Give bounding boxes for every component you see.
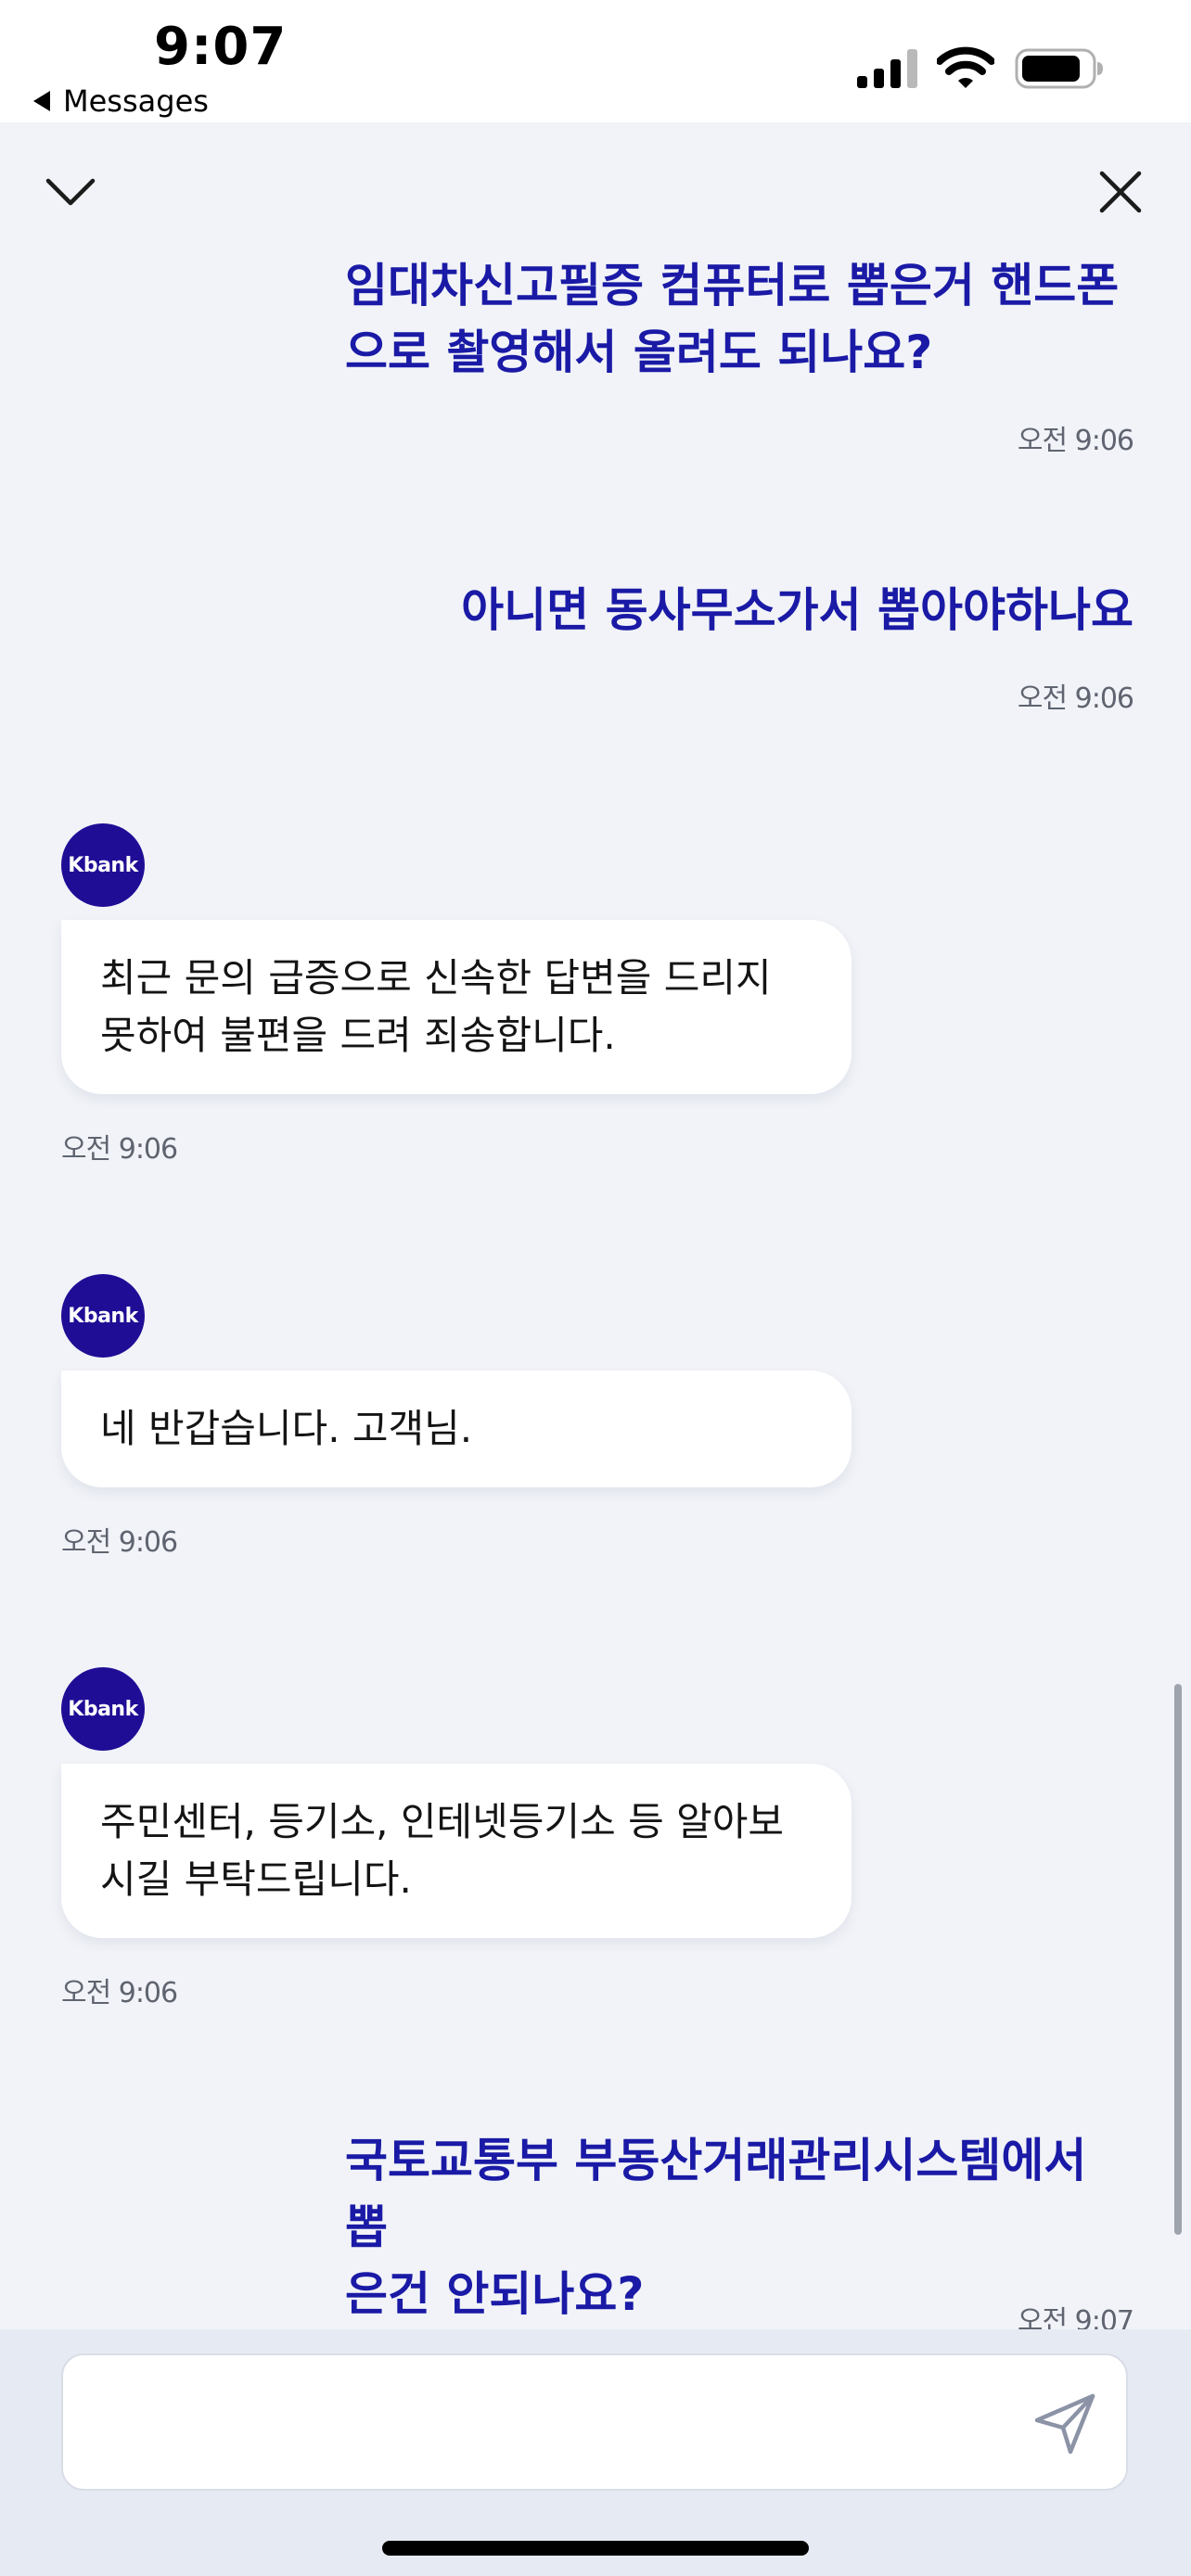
message-input[interactable] [95,2383,989,2463]
message-timestamp: 오전 9:06 [1017,682,1134,715]
kbank-avatar: Kbank [61,1667,145,1751]
user-message: 국토교통부 부동산거래관리시스템에서 뽑 은건 안되나요? [345,2127,1133,2327]
chevron-down-icon[interactable] [43,164,98,220]
back-to-messages-label: Messages [63,83,209,119]
message-line: 최근 문의 급증으로 신속한 답변을 드리지 [100,955,772,1001]
message-line: 못하여 불편을 드려 죄송합니다. [100,1013,616,1058]
chat-message-list: 임대차신고필증 컴퓨터로 뽑은거 핸드폰 으로 촬영해서 올려도 되나요? 오전… [0,252,1191,2338]
bot-message-bubble: 네 반갑습니다. 고객님. [61,1371,852,1487]
home-indicator[interactable] [382,2541,809,2556]
bot-message-bubble: 최근 문의 급증으로 신속한 답변을 드리지 못하여 불편을 드려 죄송합니다. [61,920,852,1094]
message-line: 주민센터, 등기소, 인테넷등기소 등 알아보 [100,1799,784,1844]
message-line: 네 반갑습니다. 고객님. [100,1406,473,1451]
message-timestamp: 오전 9:06 [61,1133,178,1166]
message-line: 으로 촬영해서 올려도 되나요? [345,325,933,379]
bot-message-bubble: 주민센터, 등기소, 인테넷등기소 등 알아보 시길 부탁드립니다. [61,1764,852,1938]
kbank-avatar: Kbank [61,823,145,907]
message-timestamp: 오전 9:06 [61,1977,178,2009]
kbank-avatar: Kbank [61,1274,145,1358]
composer-area [0,2329,1191,2576]
status-time: 9:07 [154,17,288,77]
message-line: 아니면 동사무소가서 뽑아야하나요 [461,583,1133,637]
send-icon[interactable] [1030,2389,1100,2459]
back-to-messages-link[interactable]: Messages [33,83,209,119]
wifi-icon [937,46,994,88]
chat-scrollbar[interactable] [1174,1684,1182,2235]
close-icon[interactable] [1093,164,1148,220]
status-bar: 9:07 Messages [0,0,1191,122]
user-message: 임대차신고필증 컴퓨터로 뽑은거 핸드폰 으로 촬영해서 올려도 되나요? [345,252,1133,386]
message-timestamp: 오전 9:06 [61,1526,178,1559]
battery-icon [1015,48,1103,89]
chat-header [0,122,1191,252]
message-timestamp: 오전 9:06 [1017,425,1134,457]
message-line: 임대차신고필증 컴퓨터로 뽑은거 핸드폰 [345,259,1120,312]
back-triangle-icon [33,91,50,111]
message-line: 은건 안되나요? [345,2267,645,2321]
user-message: 아니면 동사무소가서 뽑아야하나요 [461,577,1133,644]
message-line: 국토교통부 부동산거래관리시스템에서 뽑 [345,2134,1087,2254]
cellular-signal-icon [857,49,917,88]
message-line: 시길 부탁드립니다. [100,1856,412,1902]
message-input-box[interactable] [61,2353,1128,2491]
